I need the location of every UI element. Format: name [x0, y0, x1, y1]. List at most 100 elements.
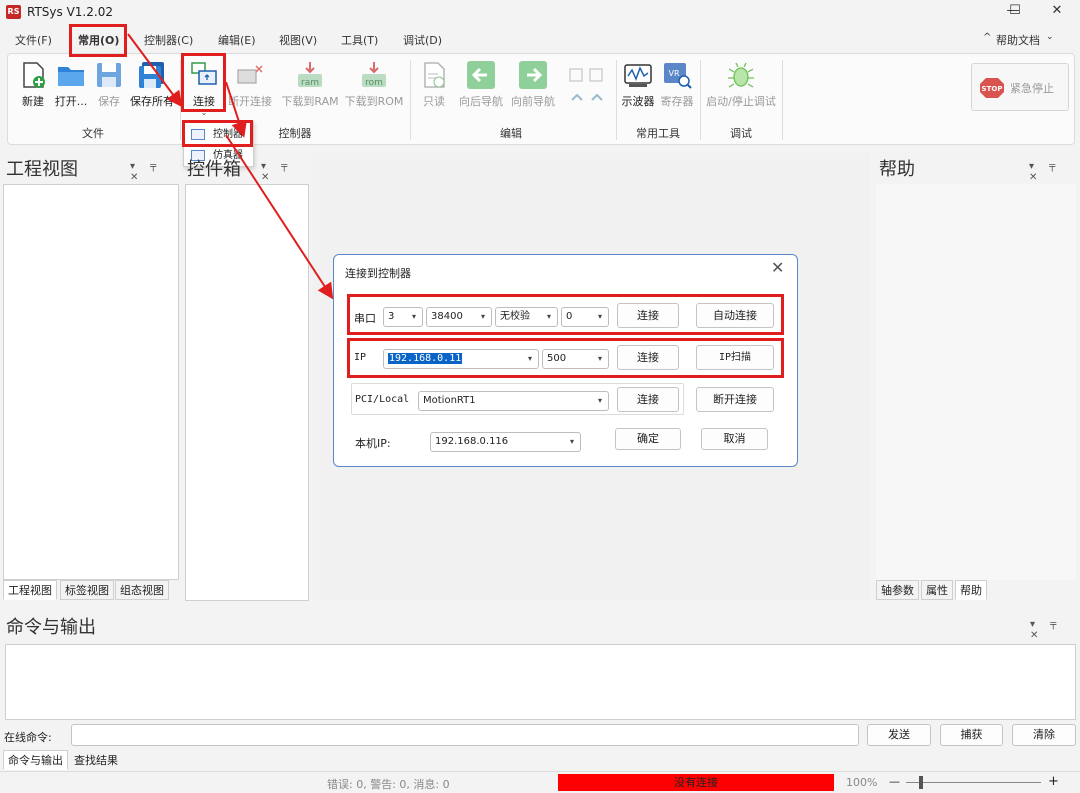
- control-box-title: 控件箱: [187, 159, 241, 180]
- download-rom-label: 下载到ROM: [344, 95, 404, 108]
- online-command-label: 在线命令:: [4, 731, 52, 744]
- oscilloscope-button[interactable]: 示波器: [620, 60, 656, 109]
- tools-group-label: 常用工具: [636, 127, 680, 140]
- panel-controls[interactable]: ▾ ╤ ✕: [130, 161, 182, 183]
- tab-properties[interactable]: 属性: [921, 580, 953, 600]
- output-text-area[interactable]: [5, 644, 1076, 720]
- emergency-stop-label: 紧急停止: [1010, 82, 1054, 95]
- left-panel-tabs: 工程视图 标签视图 组态视图: [3, 580, 179, 600]
- serial-connect-button[interactable]: 连接: [617, 303, 679, 328]
- ribbon-collapse-icon[interactable]: ^: [983, 32, 991, 43]
- serial-port-select[interactable]: 3 ▾: [383, 307, 423, 327]
- menu-controller[interactable]: 控制器(C): [144, 32, 193, 48]
- local-ip-select[interactable]: 192.168.0.116 ▾: [430, 432, 581, 452]
- tab-help[interactable]: 帮助: [955, 580, 987, 600]
- navigate-back-button[interactable]: 向后导航: [456, 60, 506, 109]
- tab-find-results[interactable]: 查找结果: [69, 750, 123, 770]
- cancel-button[interactable]: 取消: [701, 428, 768, 450]
- menu-view[interactable]: 视图(V): [279, 32, 317, 48]
- save-button-label: 保存: [98, 95, 120, 108]
- save-all-button-label: 保存所有: [130, 95, 174, 108]
- menu-common[interactable]: 常用(O): [78, 32, 119, 48]
- menu-tools[interactable]: 工具(T): [341, 32, 378, 48]
- help-docs-menu[interactable]: 帮助文档: [996, 32, 1040, 48]
- help-content: [876, 184, 1076, 580]
- save-all-button[interactable]: 保存所有: [128, 60, 176, 109]
- ip-scan-button[interactable]: IP扫描: [696, 345, 774, 370]
- maximize-icon: ☐: [1009, 3, 1021, 18]
- project-tree[interactable]: [3, 184, 179, 580]
- connect-controller-dialog: 连接到控制器 ✕ 串口 3 ▾ 38400 ▾ 无校验 ▾ 0 ▾ 连接 自动连接 IP…: [333, 254, 798, 467]
- capture-button[interactable]: 捕获: [940, 724, 1003, 746]
- ip-address-combobox[interactable]: 192.168.0.11 ▾: [383, 349, 539, 369]
- debug-group-label: 调试: [730, 127, 752, 140]
- control-box-content[interactable]: [185, 184, 309, 601]
- connect-button-label: 连接: [193, 95, 215, 108]
- tab-command-output[interactable]: 命令与输出: [3, 750, 68, 770]
- download-rom-button[interactable]: rom 下载到ROM: [344, 60, 404, 109]
- controller-group-label: 控制器: [278, 127, 312, 140]
- online-command-input[interactable]: [71, 724, 859, 746]
- ok-button[interactable]: 确定: [615, 428, 681, 450]
- menu-file[interactable]: 文件(F): [15, 32, 52, 48]
- help-panel: 帮助 ▾ ╤ ✕ 轴参数 属性 帮助: [873, 153, 1080, 601]
- readonly-button[interactable]: 只读: [418, 60, 450, 109]
- menu-edit[interactable]: 编辑(E): [218, 32, 256, 48]
- chevron-down-icon: ▾: [546, 312, 551, 321]
- save-all-icon: [139, 62, 164, 88]
- edit-small-tools: [566, 66, 612, 112]
- output-panel-tabs: 命令与输出 查找结果: [3, 750, 303, 770]
- parity-value: 无校验: [500, 311, 530, 322]
- disconnect-button[interactable]: 断开连接: [696, 387, 774, 412]
- ip-connect-button[interactable]: 连接: [617, 345, 679, 370]
- emergency-stop-button[interactable]: STOP 紧急停止: [971, 63, 1069, 111]
- tab-config-view[interactable]: 组态视图: [115, 580, 169, 600]
- auto-connect-button[interactable]: 自动连接: [696, 303, 774, 328]
- zoom-out-button[interactable]: —: [889, 775, 900, 788]
- pci-connect-button[interactable]: 连接: [617, 387, 679, 412]
- maximize-button[interactable]: ☐: [992, 0, 1038, 24]
- connect-button[interactable]: 连接 ⌄: [188, 60, 220, 117]
- open-button-label: 打开...: [54, 95, 88, 108]
- tab-label-view[interactable]: 标签视图: [60, 580, 114, 600]
- dropdown-item-controller[interactable]: 控制器: [187, 125, 251, 145]
- connect-dropdown-arrow-icon[interactable]: ⌄: [188, 108, 220, 117]
- close-icon: ✕: [1051, 3, 1063, 18]
- baud-rate-value: 38400: [431, 311, 463, 322]
- menu-debug[interactable]: 调试(D): [403, 32, 442, 48]
- ip-label: IP: [354, 352, 367, 363]
- panel-controls[interactable]: ▾ ╤ ✕: [1029, 161, 1080, 183]
- send-button[interactable]: 发送: [867, 724, 931, 746]
- download-ram-button[interactable]: ram 下载到RAM: [280, 60, 340, 109]
- baud-rate-select[interactable]: 38400 ▾: [426, 307, 492, 327]
- start-stop-debug-button[interactable]: 启动/停止调试: [706, 60, 776, 109]
- title-bar: RS RTSys V1.2.02 — ☐ ✕: [0, 0, 1080, 24]
- timeout-select[interactable]: 500 ▾: [542, 349, 609, 369]
- panel-controls[interactable]: ▾ ╤ ✕: [261, 161, 310, 183]
- pci-device-select[interactable]: MotionRT1 ▾: [418, 391, 609, 411]
- tab-project-view[interactable]: 工程视图: [3, 580, 57, 600]
- panel-controls[interactable]: ▾ ╤ ✕: [1030, 619, 1080, 641]
- zoom-slider-track[interactable]: [906, 782, 1041, 783]
- disconnect-button[interactable]: 断开连接: [228, 60, 272, 109]
- register-icon: VR: [664, 63, 692, 89]
- navigate-forward-button[interactable]: 向前导航: [508, 60, 558, 109]
- open-button[interactable]: 打开...: [54, 60, 88, 109]
- disconnect-icon: [237, 65, 263, 84]
- save-disk-icon: [97, 63, 121, 87]
- download-ram-label: 下载到RAM: [281, 95, 339, 108]
- open-folder-icon: [58, 67, 84, 86]
- serial-extra-select[interactable]: 0 ▾: [561, 307, 609, 327]
- help-docs-chevron-icon[interactable]: ⌄: [1046, 32, 1054, 42]
- zoom-slider-thumb[interactable]: [919, 776, 923, 789]
- zoom-in-button[interactable]: +: [1048, 774, 1059, 789]
- parity-select[interactable]: 无校验 ▾: [495, 307, 558, 327]
- register-button[interactable]: VR 寄存器: [660, 60, 694, 109]
- new-button[interactable]: 新建: [18, 60, 48, 109]
- dialog-close-icon[interactable]: ✕: [771, 258, 784, 277]
- close-window-button[interactable]: ✕: [1034, 0, 1080, 24]
- tab-axis-params[interactable]: 轴参数: [876, 580, 919, 600]
- new-button-label: 新建: [22, 95, 44, 108]
- clear-button[interactable]: 清除: [1012, 724, 1076, 746]
- save-button[interactable]: 保存: [94, 60, 124, 109]
